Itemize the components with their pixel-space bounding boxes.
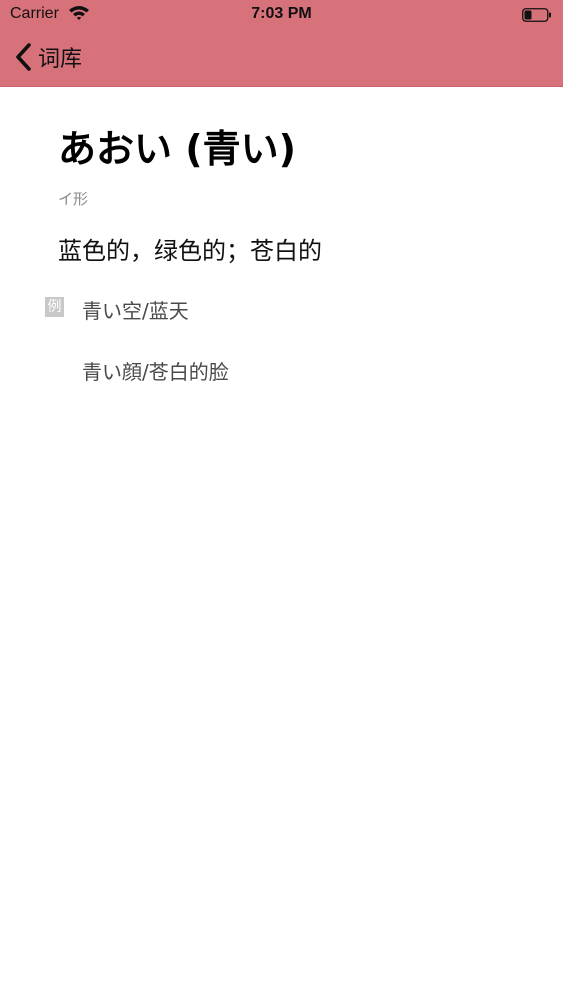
screen: Carrier 7:03 PM 词库 あおい (青い) イ形 蓝色的，绿色的；苍… bbox=[0, 0, 563, 1000]
back-label: 词库 bbox=[38, 47, 83, 72]
example-list: 青い空/蓝天 青い顔/苍白的脸 bbox=[82, 297, 229, 419]
back-button[interactable]: 词库 bbox=[14, 40, 82, 74]
navigation-bar: 词库 bbox=[0, 28, 563, 86]
status-bar: Carrier 7:03 PM bbox=[0, 0, 563, 28]
example-sentence: 青い空/蓝天 bbox=[82, 299, 189, 323]
chevron-left-icon bbox=[16, 43, 31, 71]
top-bar: Carrier 7:03 PM 词库 bbox=[0, 0, 563, 87]
status-time: 7:03 PM bbox=[251, 5, 312, 22]
word-title: あおい (青い) bbox=[58, 127, 296, 171]
example-badge: 例 bbox=[45, 297, 64, 317]
example-sentence: 青い顔/苍白的脸 bbox=[82, 360, 229, 384]
word-meaning: 蓝色的，绿色的；苍白的 bbox=[58, 237, 322, 265]
battery-icon bbox=[522, 7, 552, 22]
word-type: イ形 bbox=[58, 190, 89, 208]
word-detail: あおい (青い) イ形 蓝色的，绿色的；苍白的 例 青い空/蓝天 青い顔/苍白的… bbox=[0, 87, 563, 1000]
